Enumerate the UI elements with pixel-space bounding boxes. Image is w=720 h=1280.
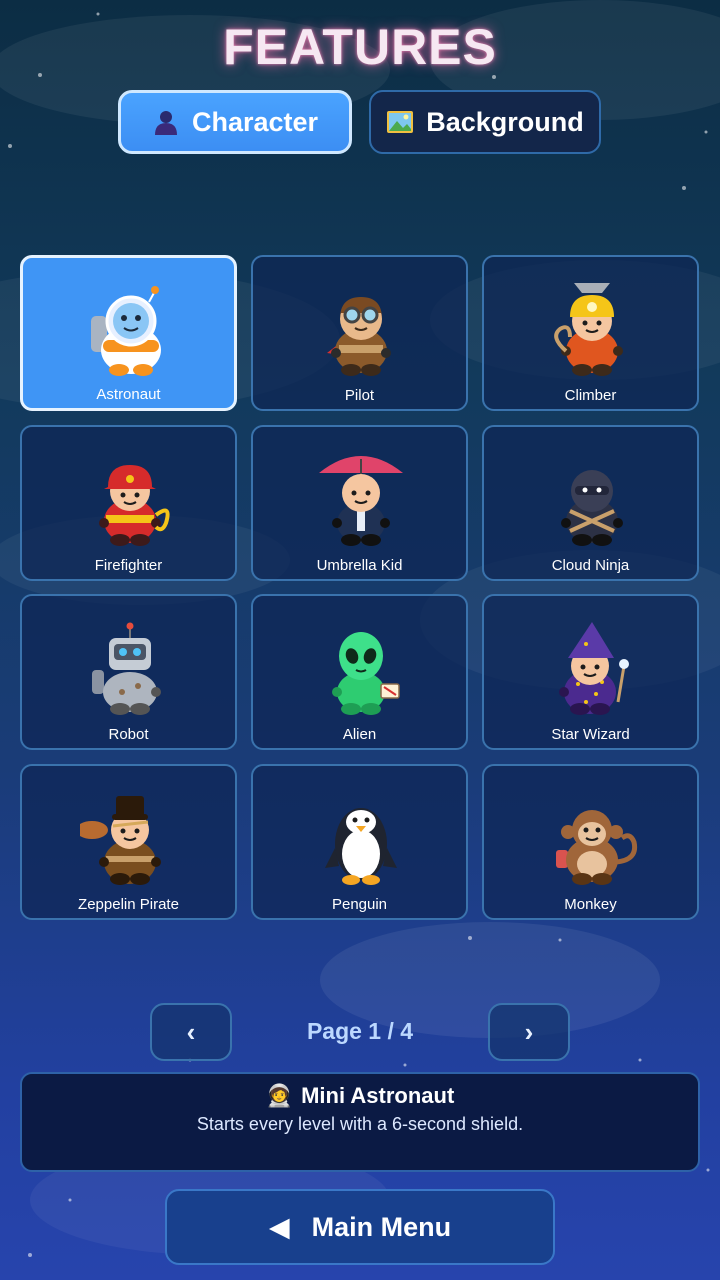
character-name: Pilot xyxy=(344,387,375,404)
character-info-name: Mini Astronaut xyxy=(301,1083,455,1108)
character-name: Star Wizard xyxy=(551,726,630,743)
main-menu-label: Main Menu xyxy=(311,1211,452,1242)
character-name: Cloud Ninja xyxy=(551,557,630,574)
next-page-button[interactable]: › xyxy=(488,1003,570,1061)
umbrella-kid-icon xyxy=(319,456,403,546)
character-card-zeppelin-pirate[interactable]: Zeppelin Pirate xyxy=(20,764,237,920)
tab-character[interactable]: Character xyxy=(118,90,352,154)
character-card-climber[interactable]: Climber xyxy=(482,255,699,411)
monkey-icon xyxy=(556,810,638,885)
page-indicator: Page 1 / 4 xyxy=(306,1018,414,1044)
climber-icon xyxy=(554,283,623,376)
wizard-icon xyxy=(559,622,629,715)
prev-page-button[interactable]: ‹ xyxy=(150,1003,232,1061)
alien-icon xyxy=(332,632,400,715)
character-name: Climber xyxy=(564,387,617,404)
ninja-icon xyxy=(561,470,623,546)
character-name: Zeppelin Pirate xyxy=(78,896,179,913)
character-name: Firefighter xyxy=(94,557,163,574)
character-name: Astronaut xyxy=(96,386,161,403)
chevron-right-icon: › xyxy=(524,1016,534,1047)
chevron-left-icon: ‹ xyxy=(186,1016,196,1047)
main-menu-button[interactable]: ◀ Main Menu xyxy=(165,1189,555,1265)
character-card-robot[interactable]: Robot xyxy=(20,594,237,750)
pirate-icon xyxy=(80,796,161,885)
character-card-penguin[interactable]: Penguin xyxy=(251,764,468,920)
character-name: Alien xyxy=(342,726,377,743)
pilot-icon xyxy=(327,297,391,376)
character-info-panel: 🧑‍🚀 Mini Astronaut Starts every level wit… xyxy=(20,1072,700,1172)
character-card-astronaut[interactable]: Astronaut xyxy=(20,255,237,411)
tab-character-label: Character xyxy=(191,106,319,137)
character-card-star-wizard[interactable]: Star Wizard xyxy=(482,594,699,750)
character-name: Monkey xyxy=(564,896,617,913)
character-info-title: 🧑‍🚀 Mini Astronaut xyxy=(22,1083,698,1109)
character-info-description: Starts every level with a 6-second shiel… xyxy=(196,1114,524,1134)
page-title: FEATURES xyxy=(223,19,497,75)
tab-background-label: Background xyxy=(426,106,584,137)
astronaut-emoji-icon: 🧑‍🚀 xyxy=(265,1083,294,1108)
character-name: Penguin xyxy=(331,896,388,913)
tab-background[interactable]: Background xyxy=(369,90,601,154)
picture-icon xyxy=(387,111,414,133)
character-card-monkey[interactable]: Monkey xyxy=(482,764,699,920)
penguin-icon xyxy=(325,808,397,885)
character-card-umbrella-kid[interactable]: Umbrella Kid xyxy=(251,425,468,581)
back-arrow-icon: ◀ xyxy=(268,1211,290,1242)
firefighter-icon xyxy=(99,465,170,546)
character-name: Umbrella Kid xyxy=(316,557,403,574)
character-card-cloud-ninja[interactable]: Cloud Ninja xyxy=(482,425,699,581)
character-card-firefighter[interactable]: Firefighter xyxy=(20,425,237,581)
robot-icon xyxy=(92,622,161,715)
character-card-alien[interactable]: Alien xyxy=(251,594,468,750)
character-card-pilot[interactable]: Pilot xyxy=(251,255,468,411)
person-icon xyxy=(154,111,177,135)
astronaut-icon xyxy=(91,286,161,376)
character-name: Robot xyxy=(108,726,149,743)
